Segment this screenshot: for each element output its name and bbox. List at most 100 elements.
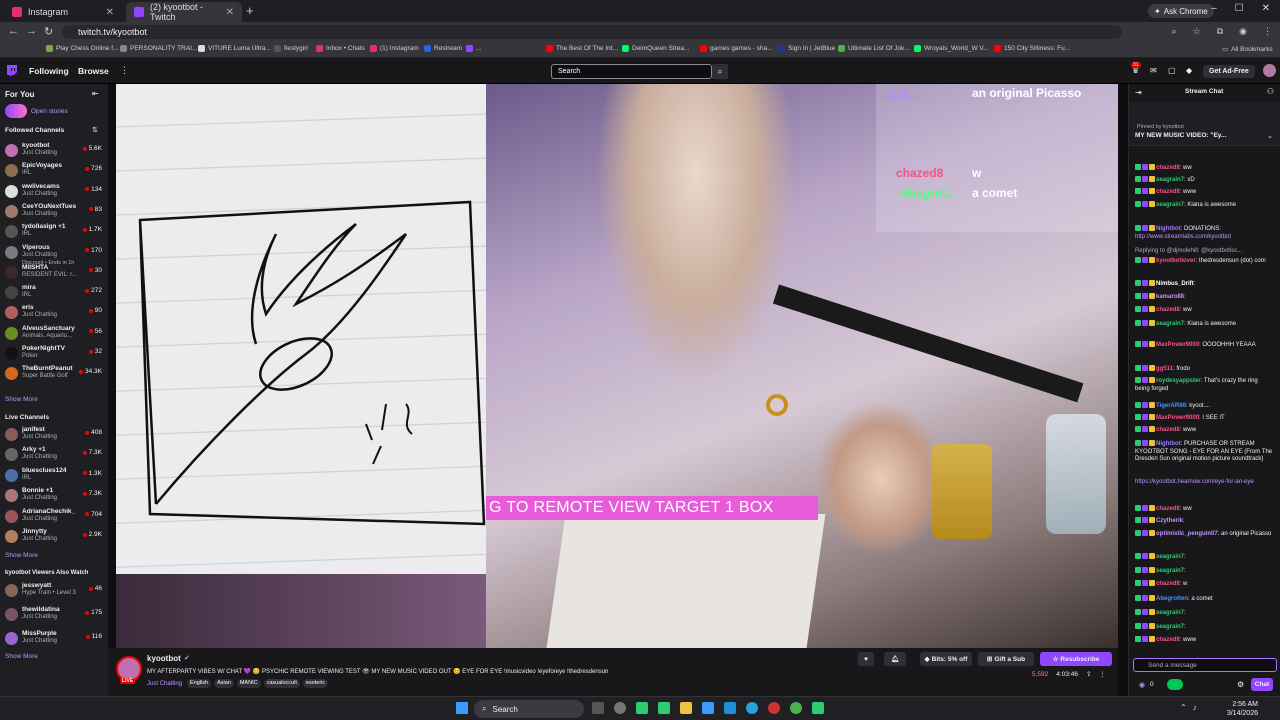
tag-casualoccult[interactable]: casualoccult: [263, 679, 300, 688]
more-options-icon[interactable]: ⋮: [1099, 670, 1106, 678]
settings-app-icon[interactable]: [614, 702, 626, 714]
open-stories-button[interactable]: Open stories: [5, 104, 68, 118]
user-avatar[interactable]: [1263, 64, 1276, 77]
start-icon[interactable]: [456, 702, 468, 714]
chat-message[interactable]: seagrain7: xD: [1135, 176, 1273, 185]
get-ad-free-button[interactable]: Get Ad-Free: [1203, 65, 1255, 78]
taskbar-search[interactable]: ⌕ Search: [474, 700, 584, 718]
bookmark-item[interactable]: The Best Of The Int...: [546, 45, 618, 52]
chat-username[interactable]: seagrain7: [1156, 554, 1184, 560]
all-bookmarks[interactable]: ▭ All Bookmarks: [1222, 45, 1273, 54]
bookmark-item[interactable]: DeimQueen Strea...: [622, 45, 689, 52]
chat-username[interactable]: seagrain7: [1156, 177, 1184, 183]
chat-username[interactable]: chazed8: [1156, 506, 1180, 512]
chat-username[interactable]: kamaro88: [1156, 294, 1184, 300]
steam-icon[interactable]: [724, 702, 736, 714]
more-icon[interactable]: ⋮: [120, 65, 129, 76]
chat-username[interactable]: Nimbus_Drift: [1156, 281, 1194, 287]
chat-message[interactable]: seagrain7: Kiana is awesome: [1135, 320, 1273, 329]
chat-message[interactable]: MaxPower9000: I SEE IT: [1135, 414, 1273, 423]
chat-username[interactable]: seagrain7: [1156, 321, 1184, 327]
sidebar-channel-wwlivecams[interactable]: wwlivecams Just Chatting 134: [4, 182, 104, 202]
chat-username[interactable]: TigerAR86: [1156, 403, 1186, 409]
chat-username[interactable]: gg511: [1156, 366, 1173, 372]
chat-message[interactable]: gg511: frodo: [1135, 365, 1273, 374]
chat-username[interactable]: roydesyappster: [1156, 378, 1201, 384]
chat-username[interactable]: kyootbotlover: [1156, 258, 1196, 264]
bookmark-item[interactable]: Ultimate List Of Jok...: [838, 45, 910, 52]
close-icon[interactable]: ✕: [226, 7, 234, 18]
chat-message[interactable]: kamaro88:: [1135, 293, 1273, 302]
close-icon[interactable]: ✕: [106, 7, 114, 18]
reload-icon[interactable]: ↻: [44, 25, 53, 38]
channel-points-icon[interactable]: ◉: [1139, 681, 1145, 689]
bookmark-item[interactable]: Wroyals_World_W V...: [914, 45, 989, 52]
chat-message[interactable]: Nimbus_Drift:: [1135, 280, 1273, 289]
collapse-chat-icon[interactable]: ⇥: [1135, 88, 1142, 97]
chat-username[interactable]: chazed8: [1156, 637, 1180, 643]
chat-username[interactable]: chazed8: [1156, 581, 1180, 587]
chat-username[interactable]: MaxPower9000: [1156, 342, 1199, 348]
notifications-button[interactable]: 🔔︎: [884, 652, 906, 666]
chat-message[interactable]: seagrain7:: [1135, 567, 1273, 576]
chat-message[interactable]: kyootbotlover: thedresdensun (dot) com: [1135, 257, 1273, 266]
sidebar-channel-kyootbot[interactable]: kyootbot Just Chatting 5.6K: [4, 141, 104, 161]
chat-message[interactable]: chazed8: ww: [1135, 306, 1273, 315]
chat-username[interactable]: optimistic_penguin07: [1156, 531, 1218, 537]
chat-username[interactable]: MaxPower9000: [1156, 415, 1199, 421]
app-icon[interactable]: [658, 702, 670, 714]
following-link[interactable]: Following: [29, 66, 69, 76]
chat-message[interactable]: seagrain7:: [1135, 553, 1273, 562]
chat-message[interactable]: Czytherik:: [1135, 517, 1273, 526]
sidebar-channel-mira[interactable]: mira IRL 272: [4, 283, 104, 303]
bookmark-item[interactable]: fiestygirl: [274, 45, 308, 52]
url-field[interactable]: twitch.tv/kyootbot: [62, 25, 1122, 39]
back-icon[interactable]: ←: [8, 25, 19, 37]
sidebar-channel-alveussanctuary[interactable]: AlveusSanctuary Animals, Aquariu... 56: [4, 324, 104, 344]
tag-esoteric[interactable]: esoteric: [302, 679, 329, 688]
search-button[interactable]: ⌕: [712, 64, 728, 79]
chat-username[interactable]: Czytherik: [1156, 518, 1183, 524]
edge-icon[interactable]: [746, 702, 758, 714]
app-icon-2[interactable]: [768, 702, 780, 714]
video-player[interactable]: opti... an original Picasso chazed8 w Ab…: [116, 84, 1118, 648]
task-view-icon[interactable]: [592, 702, 604, 714]
bookmark-item[interactable]: Restream: [424, 45, 462, 52]
bookmark-item[interactable]: VITURE Luma Ultra...: [198, 45, 271, 52]
browse-link[interactable]: Browse: [78, 66, 109, 76]
chat-username[interactable]: chazed8: [1156, 165, 1180, 171]
bits-button[interactable]: ◆ Bits: 5% off: [920, 652, 972, 666]
profile-icon[interactable]: ◉: [1239, 26, 1247, 37]
chat-message[interactable]: roydesyappster: That's crazy the ring be…: [1135, 377, 1273, 393]
chat-username[interactable]: chazed8: [1156, 427, 1180, 433]
chat-message[interactable]: chazed8: w: [1135, 580, 1273, 589]
store-icon[interactable]: [702, 702, 714, 714]
chat-message[interactable]: seagrain7:: [1135, 623, 1273, 632]
chat-message[interactable]: Nightbot: PURCHASE OR STREAM KYOOTBOT SO…: [1135, 440, 1273, 464]
sidebar-channel-bluesclues124[interactable]: bluesclues124 IRL 1.3K: [4, 466, 104, 486]
hype-icon[interactable]: [1167, 679, 1183, 690]
chat-message[interactable]: chazed8: www: [1135, 188, 1273, 197]
follow-heart-button[interactable]: ♥: [858, 652, 874, 666]
whispers-icon[interactable]: ▢: [1168, 66, 1176, 75]
sidebar-channel-misspurple[interactable]: MissPurple Just Chatting 116: [4, 629, 104, 649]
forward-icon[interactable]: →: [26, 25, 37, 37]
chat-username[interactable]: chazed8: [1156, 307, 1180, 313]
chrome-icon[interactable]: [790, 702, 802, 714]
bookmark-item[interactable]: ...: [466, 45, 481, 52]
share-icon[interactable]: ⇪: [1086, 670, 1091, 678]
tab-twitch[interactable]: (2) kyootbot - Twitch ✕: [126, 2, 242, 22]
chat-username[interactable]: seagrain7: [1156, 624, 1184, 630]
chevron-down-icon[interactable]: ⌄: [1267, 132, 1273, 140]
extensions-icon[interactable]: ⧉: [1217, 26, 1223, 37]
chat-username[interactable]: seagrain7: [1156, 568, 1184, 574]
taskbar-clock[interactable]: 2:56 AM 3/14/2026: [1227, 700, 1258, 718]
tray-chevron-icon[interactable]: ⌃: [1180, 703, 1187, 712]
chat-send-button[interactable]: Chat: [1251, 678, 1273, 691]
collapse-sidebar-icon[interactable]: ⇤: [92, 89, 99, 98]
sidebar-channel-miishta[interactable]: MIISHTA RESIDENT EVIL: r... 30: [4, 263, 104, 283]
sidebar-channel-janifest[interactable]: janifest Just Chatting 408: [4, 425, 104, 445]
chat-message[interactable]: https://kyootbot.hearnow.com/eye-for-an-…: [1135, 479, 1273, 487]
sidebar-channel-arky[interactable]: Arky +1 Just Chatting 7.3K: [4, 445, 104, 465]
chat-input[interactable]: Send a message: [1133, 658, 1277, 672]
